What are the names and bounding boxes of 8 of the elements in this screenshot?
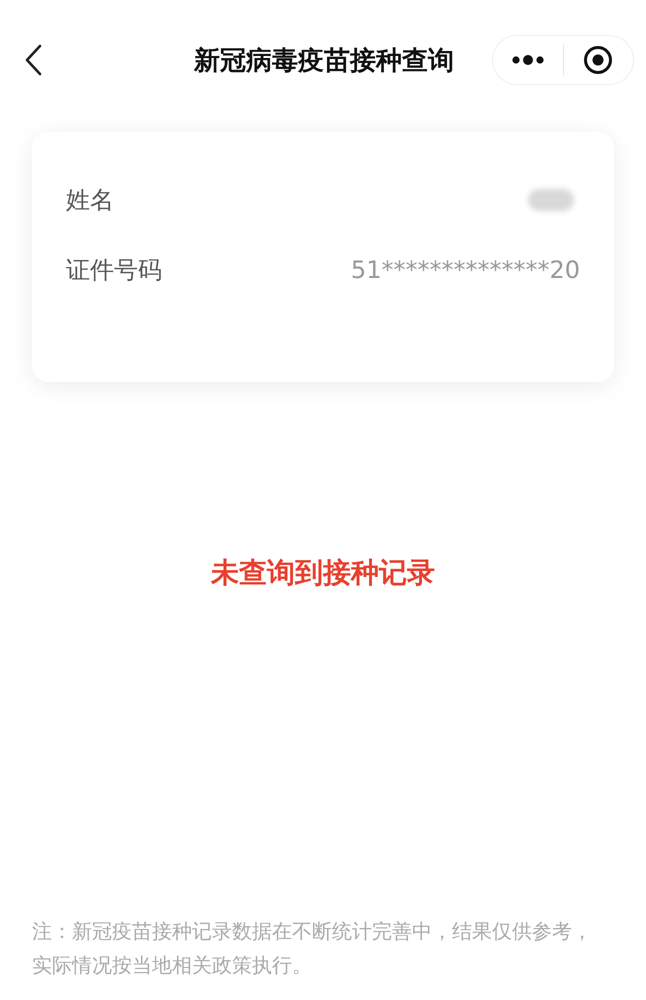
page-title: 新冠病毒疫苗接种查询 [194, 44, 454, 78]
footnote: 注：新冠疫苗接种记录数据在不断统计完善中，结果仅供参考，实际情况按当地相关政策执行。 [32, 918, 593, 979]
empty-message: 未查询到接种记录 [210, 555, 436, 591]
field-label: 姓名 [66, 185, 114, 216]
redacted-mark [528, 189, 574, 211]
field-label: 证件号码 [66, 255, 162, 286]
more-icon [510, 54, 545, 66]
field-value: 51**************20 [350, 256, 580, 284]
